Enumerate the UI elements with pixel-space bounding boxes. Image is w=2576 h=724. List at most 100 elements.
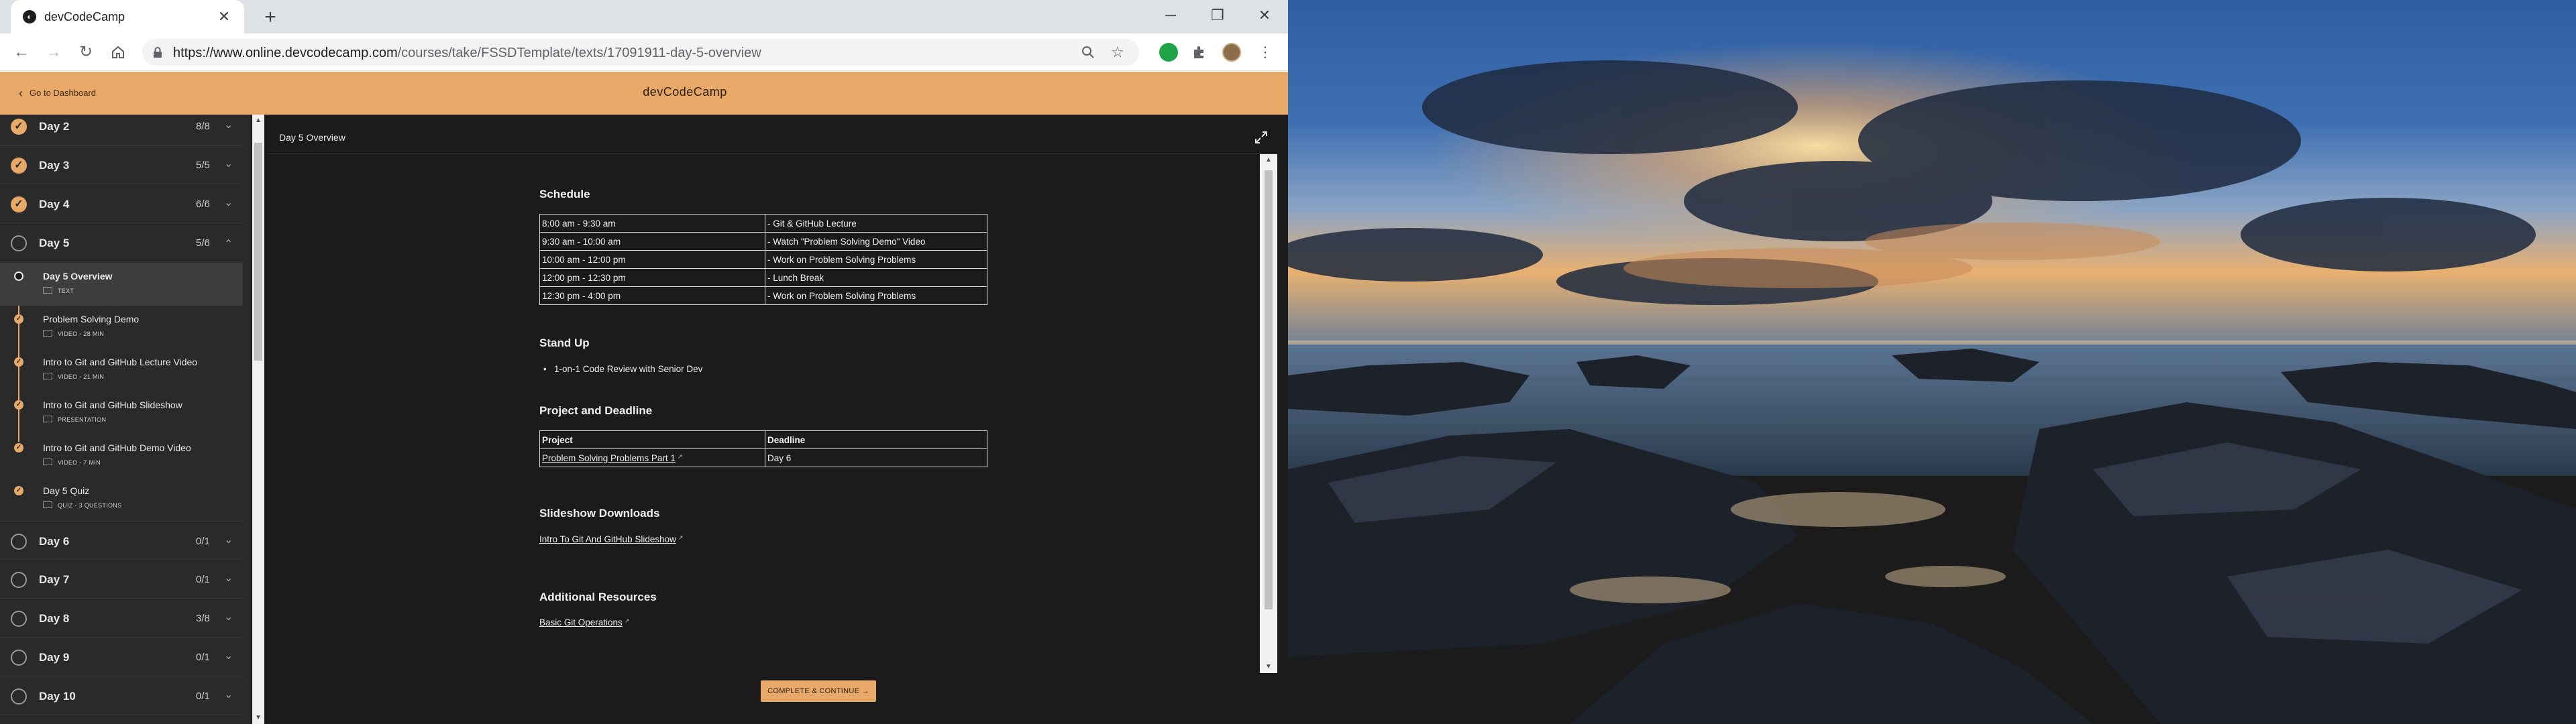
table-row: 12:00 pm - 12:30 pm - Lunch Break — [539, 268, 987, 287]
minimize-button[interactable]: ─ — [1147, 0, 1194, 31]
address-bar[interactable]: https://www.online.devcodecamp.com/cours… — [142, 39, 1139, 66]
lock-icon — [154, 47, 162, 58]
sidebar-day-5[interactable]: Day 5 5/6 ⌃ — [0, 223, 243, 262]
standup-heading: Stand Up — [539, 337, 590, 349]
lesson-header: Day 5 Overview — [268, 123, 1277, 154]
scroll-down-arrow-icon[interactable]: ▼ — [252, 712, 264, 724]
sidebar-scroll-thumb[interactable] — [254, 143, 262, 361]
sidebar-day-8[interactable]: Day 8 3/8 ⌄ — [0, 599, 243, 638]
day-progress-count: 0/1 — [196, 574, 210, 585]
sidebar-day-9[interactable]: Day 9 0/1 ⌄ — [0, 638, 243, 676]
reload-icon[interactable]: ↻ — [75, 42, 97, 63]
lesson-meta: VIDEO - 7 MIN — [43, 459, 101, 466]
back-arrow-icon[interactable]: ← — [11, 42, 32, 63]
chevron-down-icon: ⌄ — [224, 689, 233, 701]
restore-button[interactable]: ❐ — [1194, 0, 1241, 31]
extensions-puzzle-icon[interactable] — [1190, 43, 1209, 62]
standup-item: 1-on-1 Code Review with Senior Dev — [543, 364, 702, 374]
browser-toolbar: ← → ↻ https://www.online.devcodecamp.com… — [0, 34, 1288, 71]
sidebar-day-6[interactable]: Day 6 0/1 ⌄ — [0, 521, 243, 560]
lesson-title: Day 5 Quiz — [43, 485, 90, 496]
table-cell: 8:00 am - 9:30 am — [539, 214, 765, 233]
chevron-down-icon: ⌄ — [224, 158, 233, 170]
lesson-problem-solving-demo[interactable]: Problem Solving Demo VIDEO - 28 MIN — [0, 306, 243, 349]
lesson-complete-icon — [14, 400, 23, 410]
bookmark-star-icon[interactable]: ☆ — [1108, 43, 1127, 62]
lesson-day-5-quiz[interactable]: Day 5 Quiz QUIZ - 3 QUESTIONS — [0, 477, 243, 520]
chevron-down-icon: ⌄ — [224, 119, 233, 131]
slideshow-download-link[interactable]: Intro To Git And GitHub Slideshow ↗ — [539, 534, 683, 544]
completed-check-icon — [11, 196, 27, 213]
lesson-git-lecture-video[interactable]: Intro to Git and GitHub Lecture Video VI… — [0, 349, 243, 391]
completed-check-icon — [11, 158, 27, 174]
scroll-down-arrow-icon[interactable]: ▼ — [1263, 661, 1275, 673]
chevron-down-icon: ⌄ — [224, 572, 233, 584]
lesson-document: Schedule 8:00 am - 9:30 am - Git & GitHub… — [268, 154, 1260, 673]
forward-arrow-icon[interactable]: → — [43, 42, 64, 63]
tab-devcodecamp[interactable]: ◐ devCodeCamp ✕ — [11, 0, 244, 34]
table-cell: Day 6 — [765, 448, 987, 467]
sidebar-day-10[interactable]: Day 10 0/1 ⌄ — [0, 676, 243, 715]
scroll-up-arrow-icon[interactable]: ▲ — [252, 115, 264, 127]
table-cell: 12:00 pm - 12:30 pm — [539, 268, 765, 287]
profile-avatar[interactable] — [1222, 43, 1241, 62]
day-progress-count: 3/8 — [196, 613, 210, 624]
day-progress-count: 6/6 — [196, 198, 210, 210]
day-label: Day 6 — [39, 535, 70, 548]
window-close-button[interactable]: ✕ — [1241, 0, 1288, 31]
sidebar-scrollbar[interactable]: ▲ ▼ — [252, 115, 264, 724]
lesson-complete-icon — [14, 314, 23, 324]
lesson-meta: VIDEO - 28 MIN — [43, 330, 104, 337]
schedule-heading: Schedule — [539, 188, 590, 200]
lesson-meta: VIDEO - 21 MIN — [43, 373, 104, 380]
lesson-footer: COMPLETE & CONTINUE → — [268, 674, 1277, 724]
course-sidebar: Day 2 8/8 ⌄ Day 3 5/5 ⌄ Day 4 6/6 ⌄ — [0, 115, 251, 724]
home-icon[interactable] — [107, 42, 129, 63]
table-cell: 12:30 pm - 4:00 pm — [539, 286, 765, 305]
new-tab-button[interactable]: + — [259, 7, 282, 29]
sidebar-day-4[interactable]: Day 4 6/6 ⌄ — [0, 184, 243, 223]
expand-icon[interactable] — [1253, 129, 1269, 145]
presentation-icon — [43, 416, 52, 422]
tab-strip: ◐ devCodeCamp ✕ + ─ ❐ ✕ — [0, 0, 1288, 34]
project-heading: Project and Deadline — [539, 404, 653, 417]
column-header-project: Project — [539, 430, 765, 449]
lesson-git-slideshow[interactable]: Intro to Git and GitHub Slideshow PRESEN… — [0, 391, 243, 434]
content-scroll-thumb[interactable] — [1265, 170, 1273, 609]
content-scrollbar[interactable]: ▲ ▼ — [1260, 154, 1277, 673]
complete-and-continue-button[interactable]: COMPLETE & CONTINUE → — [761, 680, 876, 702]
browser-menu-icon[interactable]: ⋮ — [1254, 42, 1276, 63]
quiz-icon — [43, 501, 52, 508]
lesson-complete-icon — [14, 357, 23, 367]
chevron-down-icon: ⌄ — [224, 611, 233, 623]
sidebar-day-3[interactable]: Day 3 5/5 ⌄ — [0, 145, 243, 184]
url-text[interactable]: https://www.online.devcodecamp.com/cours… — [173, 46, 761, 61]
table-cell: - Git & GitHub Lecture — [765, 214, 987, 233]
table-header-row: Project Deadline — [539, 430, 987, 449]
table-cell: - Work on Problem Solving Problems — [765, 286, 987, 305]
close-tab-icon[interactable]: ✕ — [215, 7, 233, 26]
lesson-title: Day 5 Overview — [43, 271, 113, 282]
lesson-meta: TEXT — [43, 287, 74, 294]
video-icon — [43, 373, 52, 379]
text-lesson-icon — [43, 287, 52, 294]
completed-check-icon — [11, 119, 27, 135]
scroll-up-arrow-icon[interactable]: ▲ — [1263, 154, 1275, 166]
table-cell: - Watch "Problem Solving Demo" Video — [765, 232, 987, 251]
day-progress-count: 5/5 — [196, 160, 210, 171]
current-lesson-icon — [14, 272, 23, 281]
project-link[interactable]: Problem Solving Problems Part 1 — [542, 453, 676, 463]
extension-green-icon[interactable] — [1159, 43, 1178, 62]
sidebar-day-2[interactable]: Day 2 8/8 ⌄ — [0, 115, 243, 145]
zoom-search-icon[interactable] — [1079, 43, 1097, 62]
coastal-sunset-image — [1288, 0, 2576, 724]
day-label: Day 10 — [39, 690, 76, 703]
sidebar-day-7[interactable]: Day 7 0/1 ⌄ — [0, 560, 243, 599]
lesson-git-demo-video[interactable]: Intro to Git and GitHub Demo Video VIDEO… — [0, 434, 243, 477]
tab-title: devCodeCamp — [44, 10, 125, 23]
day-progress-count: 0/1 — [196, 652, 210, 663]
project-table: Project Deadline Problem Solving Problems… — [539, 430, 987, 467]
desktop-wallpaper — [1288, 0, 2576, 724]
basic-git-operations-link[interactable]: Basic Git Operations ↗ — [539, 617, 629, 627]
lesson-day-5-overview[interactable]: Day 5 Overview TEXT — [0, 263, 243, 306]
